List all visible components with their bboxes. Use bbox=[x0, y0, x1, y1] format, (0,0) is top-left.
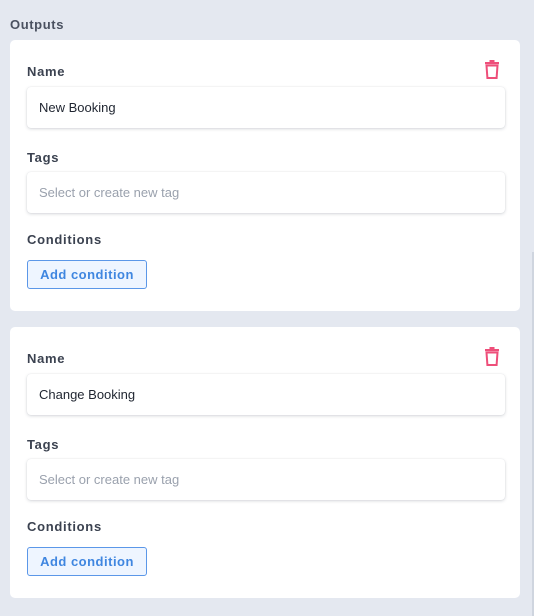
name-input[interactable]: New Booking bbox=[27, 87, 505, 128]
tags-label: Tags bbox=[27, 437, 60, 452]
tags-select[interactable]: Select or create new tag bbox=[27, 172, 505, 213]
conditions-label: Conditions bbox=[27, 519, 102, 534]
name-label: Name bbox=[27, 351, 66, 366]
trash-icon bbox=[485, 60, 499, 79]
tags-select[interactable]: Select or create new tag bbox=[27, 459, 505, 500]
tags-label: Tags bbox=[27, 150, 60, 165]
delete-output-button[interactable] bbox=[484, 346, 500, 366]
add-condition-button[interactable]: Add condition bbox=[27, 547, 147, 576]
name-input[interactable]: Change Booking bbox=[27, 374, 505, 415]
delete-output-button[interactable] bbox=[484, 59, 500, 79]
add-condition-button[interactable]: Add condition bbox=[27, 260, 147, 289]
output-card: Name Change Booking Tags Select or creat… bbox=[10, 327, 520, 598]
name-label: Name bbox=[27, 64, 66, 79]
trash-icon bbox=[485, 347, 499, 366]
conditions-label: Conditions bbox=[27, 232, 102, 247]
output-card: Name New Booking Tags Select or create n… bbox=[10, 40, 520, 311]
section-title: Outputs bbox=[10, 17, 65, 32]
